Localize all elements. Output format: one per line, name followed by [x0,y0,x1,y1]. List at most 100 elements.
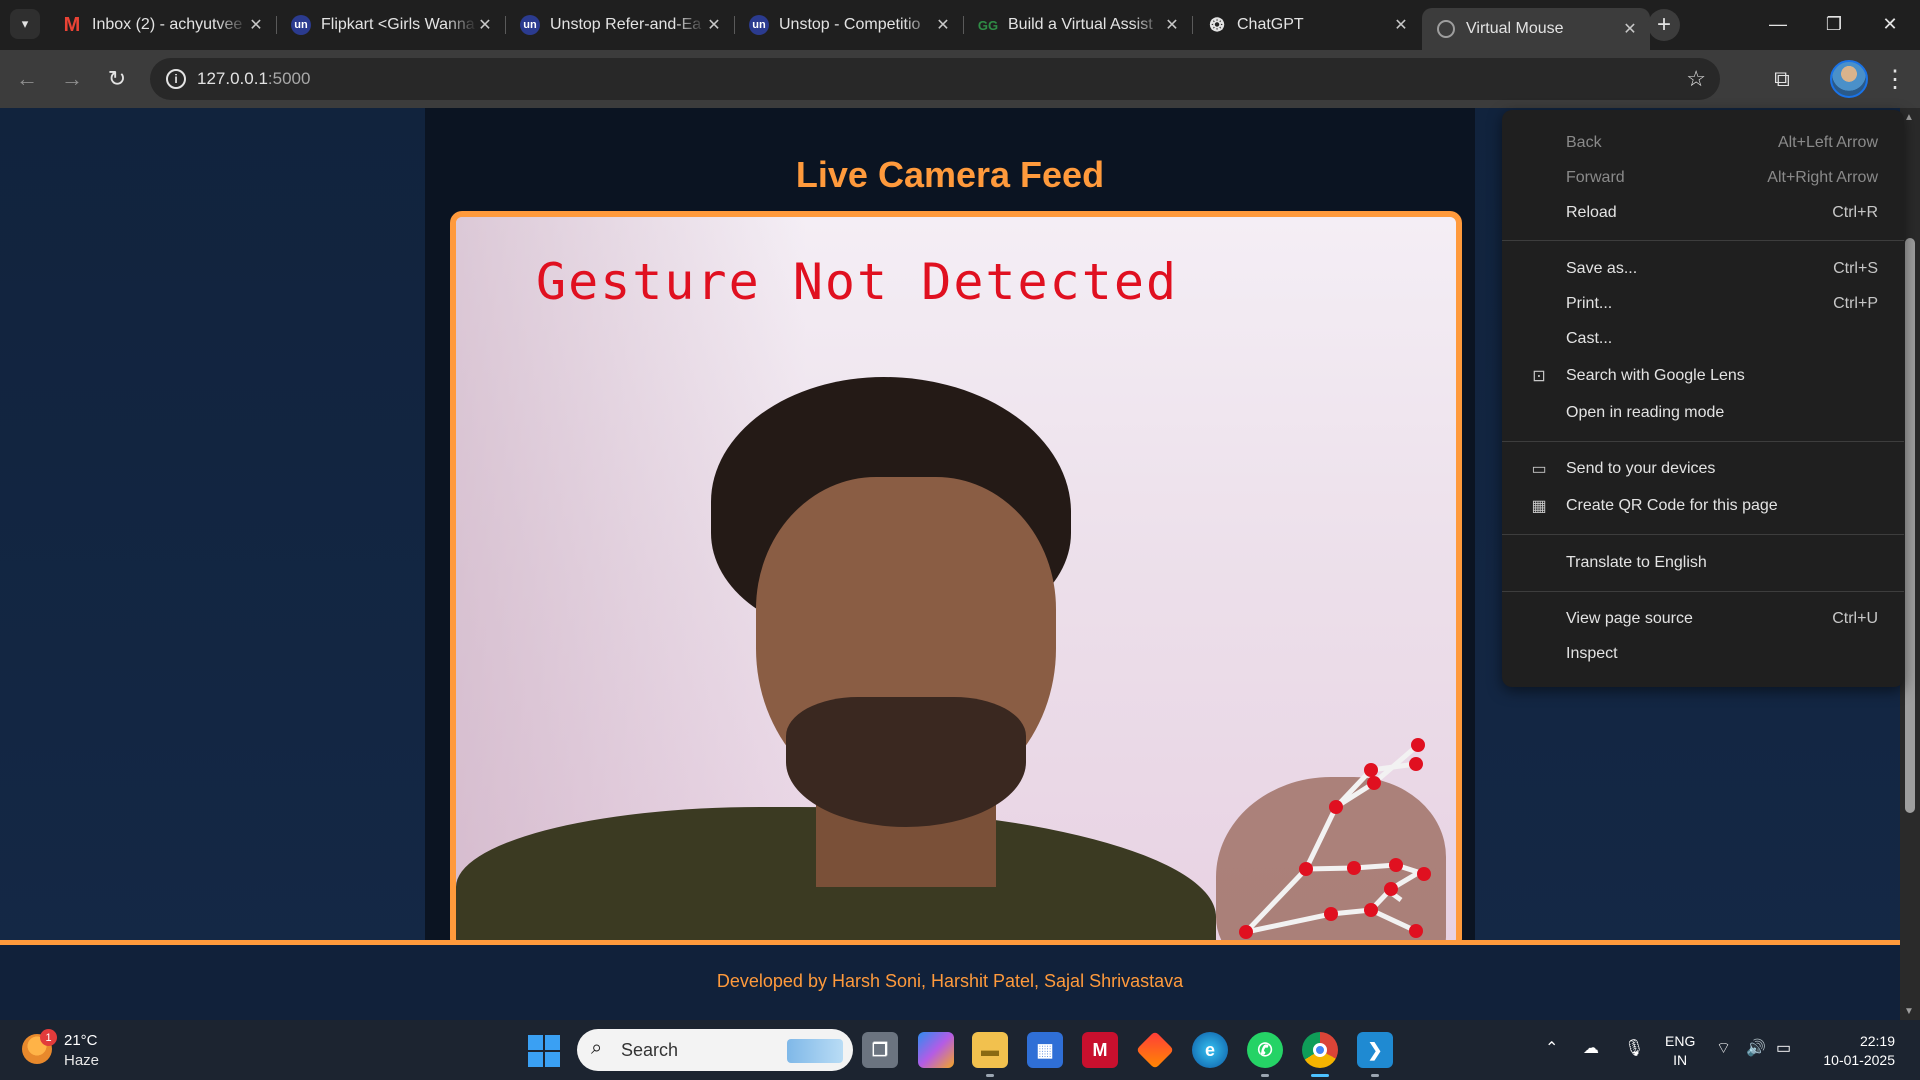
extensions-icon[interactable]: ⧉ [1765,62,1799,96]
chatgpt-icon: ❂ [1209,14,1225,35]
new-tab-button[interactable]: + [1648,9,1680,41]
page-title: Live Camera Feed [795,154,1105,195]
weather-badge: 1 [40,1029,57,1046]
tab-title: Unstop - Competitio [779,16,921,33]
tab-virtual-mouse[interactable]: Virtual Mouse ✕ [1422,8,1650,50]
menu-item-label: Translate to English [1566,554,1707,571]
menu-item-label: Send to your devices [1566,460,1716,477]
menu-item-google-lens[interactable]: ⊡ Search with Google Lens [1502,361,1904,391]
tab-title: Virtual Mouse [1466,20,1564,37]
running-indicator [986,1074,994,1077]
clock-date: 10-01-2025 [1823,1052,1895,1068]
restore-button[interactable]: ❐ [1806,0,1862,48]
git-icon[interactable] [1135,1030,1175,1070]
tab-flipkart[interactable]: un Flipkart <Girls Wanna ✕ [277,8,505,42]
tab-unstop-refer[interactable]: un Unstop Refer-and-Ea ✕ [506,8,734,42]
url-text[interactable]: 127.0.0.1:5000 [197,69,310,89]
menu-item-reading-mode[interactable]: Open in reading mode [1502,398,1904,428]
close-icon[interactable]: ✕ [477,15,493,35]
chrome-icon[interactable] [1302,1032,1338,1068]
close-icon[interactable]: ✕ [935,15,951,35]
menu-item-shortcut: Ctrl+P [1833,295,1878,312]
menu-item-send-to-devices[interactable]: ▭ Send to your devices [1502,454,1904,484]
menu-item-reload[interactable]: Reload Ctrl+R [1502,198,1904,228]
scroll-down-arrow[interactable]: ▼ [1904,1006,1914,1017]
system-clock[interactable]: 22:19 10-01-2025 [1815,1032,1895,1070]
unstop-icon: un [749,15,769,35]
menu-item-shortcut: Ctrl+S [1833,260,1878,277]
address-bar[interactable]: i 127.0.0.1:5000 ☆ [150,58,1720,100]
menu-item-shortcut: Ctrl+U [1832,610,1878,627]
menu-item-label: Save as... [1566,260,1638,277]
profile-avatar[interactable] [1830,60,1868,98]
tab-chatgpt[interactable]: ❂ ChatGPT ✕ [1193,8,1421,42]
tab-search-button[interactable]: ▾ [10,9,40,39]
edge-icon[interactable]: e [1192,1032,1228,1068]
footer-credits: Developed by Harsh Soni, Harshit Patel, … [716,971,1184,991]
whatsapp-icon[interactable]: ✆ [1247,1032,1283,1068]
tab-title: ChatGPT [1237,16,1304,33]
menu-item-translate[interactable]: Translate to English [1502,548,1904,578]
menu-item-back[interactable]: Back Alt+Left Arrow [1502,128,1904,158]
volume-icon[interactable]: 🔊 [1746,1038,1766,1058]
onedrive-icon[interactable]: ☁ [1583,1038,1599,1058]
search-icon: ⌕ [591,1037,603,1059]
mcafee-icon[interactable]: M [1082,1032,1118,1068]
microphone-icon[interactable]: 🎙 [1624,1038,1644,1058]
menu-item-label: Cast... [1566,330,1613,347]
menu-item-print[interactable]: Print... Ctrl+P [1502,289,1904,319]
menu-item-shortcut: Alt+Left Arrow [1777,134,1878,151]
tab-unstop-competitions[interactable]: un Unstop - Competitio ✕ [735,8,963,42]
start-button[interactable] [528,1035,560,1067]
search-highlight-image [787,1039,843,1063]
menu-item-forward[interactable]: Forward Alt+Right Arrow [1502,163,1904,193]
close-icon[interactable]: ✕ [248,15,264,35]
menu-item-cast[interactable]: Cast... [1502,324,1904,354]
show-hidden-icons-chevron-icon[interactable]: ⌃ [1545,1038,1558,1058]
clock-time: 22:19 [1859,1033,1895,1049]
scroll-up-arrow[interactable]: ▲ [1904,112,1914,123]
footer: Developed by Harsh Soni, Harshit Patel, … [0,945,1900,1020]
wifi-icon[interactable]: ⌔ [1716,1038,1731,1058]
camera-panel: Live Camera Feed Gesture Not Detected [425,108,1475,951]
close-icon[interactable]: ✕ [1164,15,1180,35]
menu-item-label: Forward [1566,169,1625,186]
file-explorer-icon[interactable]: ▬ [972,1032,1008,1068]
reload-button[interactable]: ↻ [100,62,134,96]
back-button[interactable]: ← [10,62,44,96]
bookmark-star-icon[interactable]: ☆ [1686,66,1706,92]
context-menu: Back Alt+Left Arrow Forward Alt+Right Ar… [1502,110,1904,687]
menu-item-save-as[interactable]: Save as... Ctrl+S [1502,254,1904,284]
tab-virtual-assistant[interactable]: GG Build a Virtual Assist ✕ [964,8,1192,42]
menu-item-inspect[interactable]: Inspect [1502,639,1904,669]
url-port: :5000 [267,69,311,88]
menu-separator [1502,591,1904,592]
vscode-icon[interactable]: ❯ [1357,1032,1393,1068]
menu-item-label: Search with Google Lens [1566,367,1745,384]
language-indicator[interactable]: ENG IN [1665,1032,1695,1070]
close-icon[interactable]: ✕ [706,15,722,35]
menu-item-view-source[interactable]: View page source Ctrl+U [1502,604,1904,634]
close-window-button[interactable]: ✕ [1862,0,1918,48]
minimize-button[interactable]: — [1750,0,1806,48]
microsoft-store-icon[interactable]: ▦ [1027,1032,1063,1068]
gesture-status: Gesture Not Detected [536,253,1179,311]
battery-icon[interactable]: ▭ [1776,1038,1791,1058]
close-icon[interactable]: ✕ [1393,15,1409,35]
menu-item-qr-code[interactable]: ▦ Create QR Code for this page [1502,491,1904,521]
running-indicator [1261,1074,1269,1077]
taskbar-search[interactable]: ⌕ Search [577,1029,853,1071]
task-view-icon[interactable]: ❐ [862,1032,898,1068]
tab-strip: ▾ M Inbox (2) - achyutvee ✕ un Flipkart … [0,0,1920,50]
active-indicator [1311,1074,1329,1077]
close-icon[interactable]: ✕ [1622,19,1638,39]
weather-condition[interactable]: Haze [64,1052,99,1069]
site-info-icon[interactable]: i [166,69,186,89]
scroll-thumb[interactable] [1905,238,1915,813]
forward-button[interactable]: → [55,62,89,96]
browser-menu-icon[interactable]: ⋮ [1880,62,1910,96]
copilot-icon[interactable] [918,1032,954,1068]
weather-temp[interactable]: 21°C [64,1032,98,1049]
tab-gmail[interactable]: M Inbox (2) - achyutvee ✕ [48,8,276,42]
language-region: IN [1673,1052,1688,1068]
